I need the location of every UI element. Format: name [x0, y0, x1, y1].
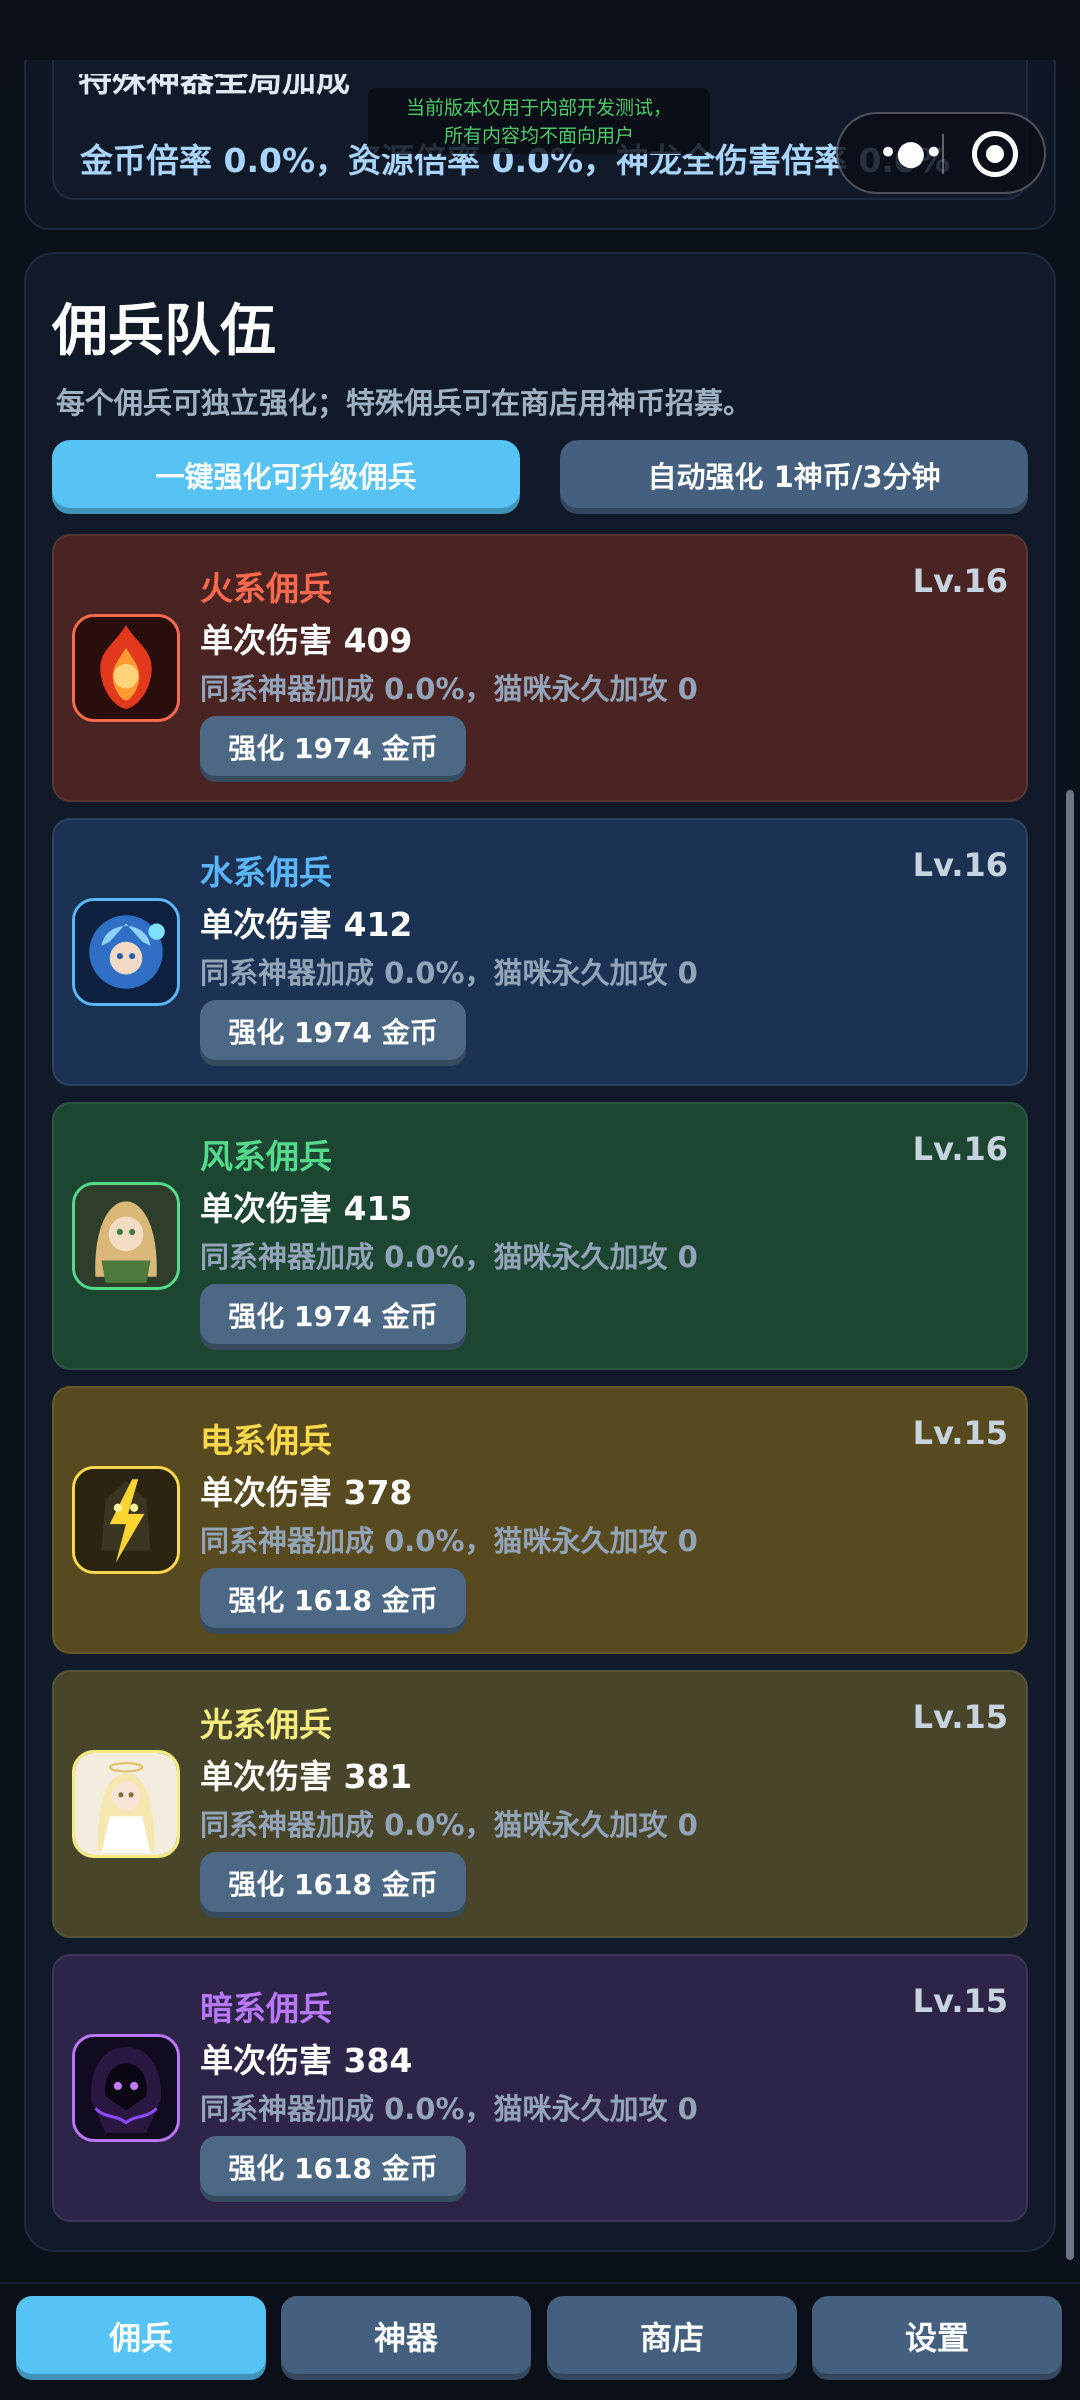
mercenary-level: Lv.16 [912, 562, 1008, 600]
mercenary-card-electric: 电系佣兵 Lv.15 单次伤害 378 同系神器加成 0.0%，猫咪永久加攻 0… [52, 1386, 1028, 1654]
upgrade-all-button[interactable]: 一键强化可升级佣兵 [52, 440, 520, 514]
mercenary-card-light: 光系佣兵 Lv.15 单次伤害 381 同系神器加成 0.0%，猫咪永久加攻 0… [52, 1670, 1028, 1938]
dev-build-toast: 当前版本仅用于内部开发测试， 所有内容均不面向用户 [368, 88, 710, 154]
scrollbar-thumb[interactable] [1066, 790, 1074, 2260]
upgrade-dark-button[interactable]: 强化 1618 金币 [200, 2136, 466, 2202]
mercenary-name: 火系佣兵 [200, 569, 332, 608]
mercenary-damage: 单次伤害 409 [200, 621, 413, 660]
toast-line-2: 所有内容均不面向用户 [443, 125, 634, 147]
mercenary-name: 水系佣兵 [200, 853, 332, 892]
mercenary-damage: 单次伤害 384 [200, 2041, 413, 2080]
team-title: 佣兵队伍 [52, 299, 276, 364]
top-cover [0, 0, 1080, 60]
upgrade-light-button[interactable]: 强化 1618 金币 [200, 1852, 466, 1918]
mercenary-bonus: 同系神器加成 0.0%，猫咪永久加攻 0 [200, 1240, 698, 1274]
mercenary-name: 风系佣兵 [200, 1137, 332, 1176]
upgrade-water-button[interactable]: 强化 1974 金币 [200, 1000, 466, 1066]
team-description: 每个佣兵可独立强化；特殊佣兵可在商店用神币招募。 [56, 386, 753, 420]
mercenary-name: 光系佣兵 [200, 1705, 332, 1744]
auto-upgrade-button[interactable]: 自动强化 1神币/3分钟 [560, 440, 1028, 514]
tab-shop[interactable]: 商店 [547, 2296, 797, 2380]
electric-mercenary-icon [72, 1466, 180, 1574]
mercenary-bonus: 同系神器加成 0.0%，猫咪永久加攻 0 [200, 956, 698, 990]
mercenary-damage: 单次伤害 381 [200, 1757, 413, 1796]
capsule-divider [942, 134, 944, 174]
miniprogram-capsule: •●• [836, 112, 1046, 194]
fire-mercenary-icon [72, 614, 180, 722]
mercenary-damage: 单次伤害 378 [200, 1473, 413, 1512]
mercenary-damage: 单次伤害 415 [200, 1189, 413, 1228]
mercenary-level: Lv.16 [912, 846, 1008, 884]
dark-mercenary-icon [72, 2034, 180, 2142]
upgrade-fire-button[interactable]: 强化 1974 金币 [200, 716, 466, 782]
toast-line-1: 当前版本仅用于内部开发测试， [405, 97, 672, 119]
wind-mercenary-icon [72, 1182, 180, 1290]
mercenary-name: 暗系佣兵 [200, 1989, 332, 2028]
tab-settings[interactable]: 设置 [812, 2296, 1062, 2380]
mercenary-card-dark: 暗系佣兵 Lv.15 单次伤害 384 同系神器加成 0.0%，猫咪永久加攻 0… [52, 1954, 1028, 2222]
water-mercenary-icon [72, 898, 180, 1006]
upgrade-electric-button[interactable]: 强化 1618 金币 [200, 1568, 466, 1634]
tab-mercenaries[interactable]: 佣兵 [16, 2296, 266, 2380]
mercenary-level: Lv.15 [912, 1982, 1008, 2020]
mercenary-bonus: 同系神器加成 0.0%，猫咪永久加攻 0 [200, 2092, 698, 2126]
mercenary-name: 电系佣兵 [200, 1421, 332, 1460]
more-dots-icon[interactable]: •●• [878, 136, 944, 170]
app-page: 特殊神器全局加成 金币倍率 0.0%，资源倍率 0.0%，神龙全伤害倍率 0.0… [0, 0, 1080, 2400]
light-mercenary-icon [72, 1750, 180, 1858]
mercenary-bonus: 同系神器加成 0.0%，猫咪永久加攻 0 [200, 1808, 698, 1842]
mercenary-level: Lv.16 [912, 1130, 1008, 1168]
mercenary-damage: 单次伤害 412 [200, 905, 413, 944]
mercenary-bonus: 同系神器加成 0.0%，猫咪永久加攻 0 [200, 672, 698, 706]
mercenary-level: Lv.15 [912, 1698, 1008, 1736]
mercenary-bonus: 同系神器加成 0.0%，猫咪永久加攻 0 [200, 1524, 698, 1558]
mercenary-card-water: 水系佣兵 Lv.16 单次伤害 412 同系神器加成 0.0%，猫咪永久加攻 0… [52, 818, 1028, 1086]
tab-artifacts[interactable]: 神器 [281, 2296, 531, 2380]
target-circle-icon[interactable] [972, 131, 1018, 177]
mercenary-card-fire: 火系佣兵 Lv.16 单次伤害 409 同系神器加成 0.0%，猫咪永久加攻 0… [52, 534, 1028, 802]
upgrade-wind-button[interactable]: 强化 1974 金币 [200, 1284, 466, 1350]
global-bonus-title: 特殊神器全局加成 [78, 74, 350, 100]
mercenary-level: Lv.15 [912, 1414, 1008, 1452]
mercenary-card-wind: 风系佣兵 Lv.16 单次伤害 415 同系神器加成 0.0%，猫咪永久加攻 0… [52, 1102, 1028, 1370]
